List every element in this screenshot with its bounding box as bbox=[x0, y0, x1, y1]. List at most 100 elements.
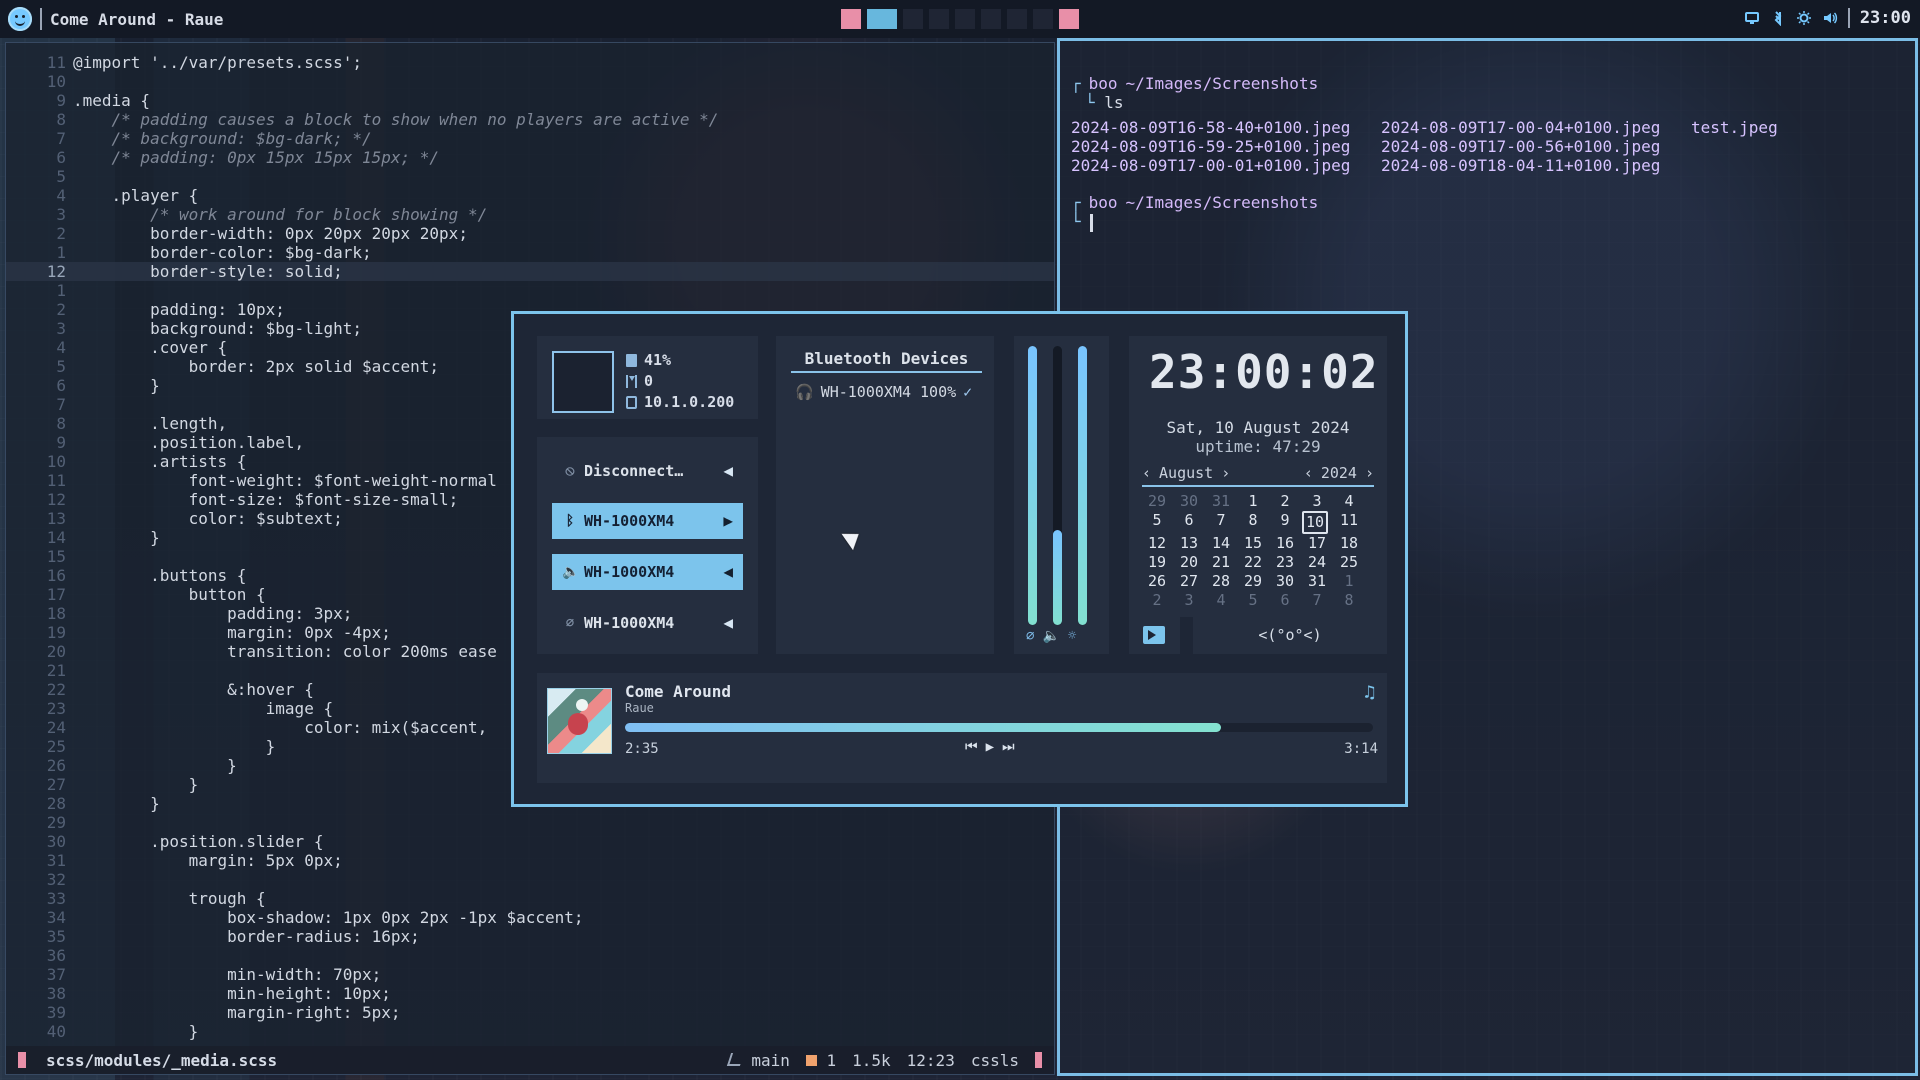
calendar-day[interactable]: 31 bbox=[1205, 492, 1237, 511]
workspace-6[interactable] bbox=[981, 9, 1001, 29]
code-text[interactable]: .length, bbox=[73, 414, 227, 433]
code-text[interactable]: border: 2px solid $accent; bbox=[73, 357, 439, 376]
file-name[interactable]: 2024-08-09T16-58-40+0100.jpeg bbox=[1071, 118, 1381, 137]
face-card[interactable]: <(°o°<) bbox=[1193, 617, 1387, 654]
calendar-day[interactable]: 27 bbox=[1173, 572, 1205, 591]
code-text[interactable]: border-radius: 16px; bbox=[73, 927, 420, 946]
calendar-day[interactable]: 12 bbox=[1141, 534, 1173, 553]
code-text[interactable]: .media { bbox=[73, 91, 150, 110]
volume-icon[interactable] bbox=[1822, 10, 1838, 26]
calendar-day[interactable]: 20 bbox=[1173, 553, 1205, 572]
code-text[interactable]: } bbox=[73, 528, 160, 547]
brightness-icon[interactable] bbox=[1796, 10, 1812, 26]
code-line[interactable]: 30 .position.slider { bbox=[6, 832, 1054, 851]
terminal-body[interactable]: ┌ boo ~/Images/Screenshots └ ls 2024-08-… bbox=[1060, 41, 1915, 232]
bluetooth-icon[interactable] bbox=[1770, 10, 1786, 27]
code-text[interactable]: font-weight: $font-weight-normal bbox=[73, 471, 497, 490]
file-name[interactable]: 2024-08-09T17-00-56+0100.jpeg bbox=[1381, 137, 1691, 156]
chevron-left-icon[interactable]: ◀ bbox=[723, 463, 733, 479]
code-line[interactable]: 35 border-radius: 16px; bbox=[6, 927, 1054, 946]
screen-record-icon[interactable] bbox=[1143, 626, 1165, 644]
calendar-day[interactable]: 25 bbox=[1333, 553, 1365, 572]
code-text[interactable]: font-size: $font-size-small; bbox=[73, 490, 459, 509]
code-line[interactable]: 39 margin-right: 5px; bbox=[6, 1003, 1054, 1022]
workspace-9[interactable] bbox=[1059, 9, 1079, 29]
track-progress[interactable] bbox=[625, 723, 1373, 732]
workspace-2[interactable] bbox=[867, 9, 897, 29]
calendar-day[interactable]: 31 bbox=[1301, 572, 1333, 591]
previous-year-icon[interactable]: ‹ bbox=[1304, 464, 1313, 485]
calendar-day[interactable]: 13 bbox=[1173, 534, 1205, 553]
code-line[interactable]: 32 bbox=[6, 870, 1054, 889]
code-line[interactable]: 33 trough { bbox=[6, 889, 1054, 908]
code-text[interactable]: padding: 10px; bbox=[73, 300, 285, 319]
monitor-icon[interactable] bbox=[1744, 10, 1760, 26]
code-text[interactable]: } bbox=[73, 794, 160, 813]
code-text[interactable]: image { bbox=[73, 699, 333, 718]
next-track-icon[interactable]: ⏭ bbox=[1002, 739, 1015, 755]
file-name[interactable]: 2024-08-09T17-00-04+0100.jpeg bbox=[1381, 118, 1691, 137]
workspace-1[interactable] bbox=[841, 9, 861, 29]
code-line[interactable]: 38 min-height: 10px; bbox=[6, 984, 1054, 1003]
code-text[interactable]: margin: 5px 0px; bbox=[73, 851, 343, 870]
file-name[interactable]: test.jpeg bbox=[1691, 118, 1811, 137]
code-line[interactable]: 11 @import '../var/presets.scss'; bbox=[6, 53, 1054, 72]
calendar-day[interactable]: 10 bbox=[1302, 511, 1328, 534]
code-line[interactable]: 5 bbox=[6, 167, 1054, 186]
code-line[interactable]: 40 } bbox=[6, 1022, 1054, 1041]
previous-track-icon[interactable]: ⏮ bbox=[965, 739, 978, 755]
calendar-day[interactable]: 2 bbox=[1269, 492, 1301, 511]
calendar-day[interactable]: 16 bbox=[1269, 534, 1301, 553]
calendar-day[interactable]: 4 bbox=[1333, 492, 1365, 511]
calendar-day[interactable]: 24 bbox=[1301, 553, 1333, 572]
calendar-day[interactable]: 30 bbox=[1173, 492, 1205, 511]
code-line[interactable]: 4 .player { bbox=[6, 186, 1054, 205]
code-text[interactable]: .cover { bbox=[73, 338, 227, 357]
chevron-left-icon[interactable]: ◀ bbox=[723, 615, 733, 631]
chevron-right-icon[interactable]: ▶ bbox=[723, 513, 733, 529]
calendar-day[interactable]: 14 bbox=[1205, 534, 1237, 553]
code-text[interactable]: background: $bg-light; bbox=[73, 319, 362, 338]
code-text[interactable]: } bbox=[73, 737, 276, 756]
calendar-day[interactable]: 23 bbox=[1269, 553, 1301, 572]
calendar-day[interactable]: 2 bbox=[1141, 591, 1173, 610]
calendar-day[interactable]: 3 bbox=[1173, 591, 1205, 610]
workspace-7[interactable] bbox=[1007, 9, 1027, 29]
calendar-day[interactable]: 22 bbox=[1237, 553, 1269, 572]
code-text[interactable]: color: $subtext; bbox=[73, 509, 343, 528]
code-text[interactable]: } bbox=[73, 756, 237, 775]
code-text[interactable]: .position.slider { bbox=[73, 832, 323, 851]
device-disconnect[interactable]: ⦸ Disconnect… ◀ bbox=[552, 453, 743, 489]
code-text[interactable]: } bbox=[73, 1022, 199, 1041]
code-text[interactable]: transition: color 200ms ease bbox=[73, 642, 497, 661]
workspace-8[interactable] bbox=[1033, 9, 1053, 29]
next-month-icon[interactable]: › bbox=[1221, 464, 1230, 485]
face-logo-icon[interactable] bbox=[8, 7, 32, 31]
calendar-day[interactable]: 6 bbox=[1269, 591, 1301, 610]
code-text[interactable]: /* work around for block showing */ bbox=[73, 205, 487, 224]
chevron-left-icon[interactable]: ◀ bbox=[723, 564, 733, 580]
code-text[interactable]: button { bbox=[73, 585, 266, 604]
calendar-day[interactable]: 5 bbox=[1141, 511, 1173, 534]
top-clock[interactable]: 23:00 bbox=[1860, 8, 1911, 28]
play-icon[interactable]: ▶ bbox=[986, 739, 994, 755]
calendar-day[interactable]: 1 bbox=[1333, 572, 1365, 591]
device-speaker[interactable]: 🔈 WH-1000XM4 ◀ bbox=[552, 554, 743, 590]
code-text[interactable]: } bbox=[73, 376, 160, 395]
code-line[interactable]: 29 bbox=[6, 813, 1054, 832]
next-year-icon[interactable]: › bbox=[1365, 464, 1374, 485]
volume-slider[interactable] bbox=[1053, 346, 1062, 625]
code-text[interactable]: .position.label, bbox=[73, 433, 304, 452]
code-line[interactable]: 3 /* work around for block showing */ bbox=[6, 205, 1054, 224]
calendar-day[interactable]: 1 bbox=[1237, 492, 1269, 511]
code-line[interactable]: 7 /* background: $bg-dark; */ bbox=[6, 129, 1054, 148]
code-text[interactable]: /* padding: 0px 15px 15px 15px; */ bbox=[73, 148, 440, 167]
code-line[interactable]: 6 /* padding: 0px 15px 15px 15px; */ bbox=[6, 148, 1054, 167]
code-text[interactable]: min-height: 10px; bbox=[73, 984, 391, 1003]
device-bluetooth[interactable]: ᛒ WH-1000XM4 ▶ bbox=[552, 503, 743, 539]
calendar-day[interactable]: 18 bbox=[1333, 534, 1365, 553]
calendar-day[interactable]: 11 bbox=[1333, 511, 1365, 534]
calendar-day[interactable]: 19 bbox=[1141, 553, 1173, 572]
code-text[interactable]: min-width: 70px; bbox=[73, 965, 381, 984]
code-text[interactable]: @import '../var/presets.scss'; bbox=[73, 53, 362, 72]
